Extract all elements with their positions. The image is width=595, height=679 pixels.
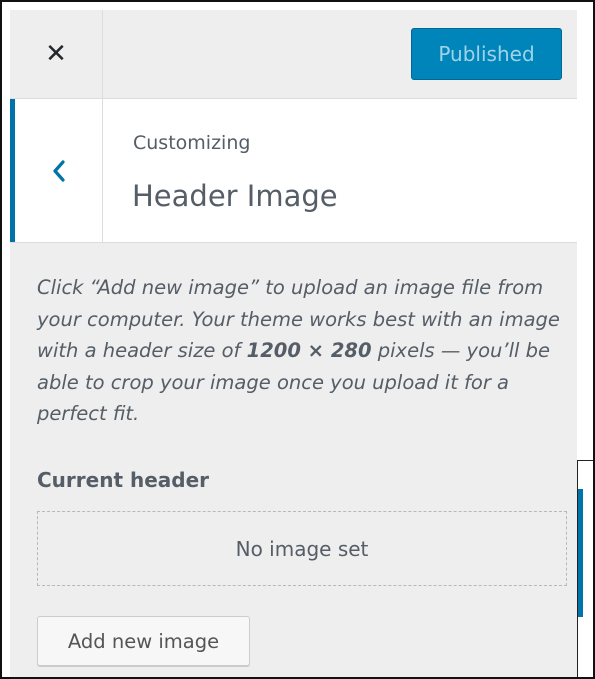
back-button[interactable] — [10, 99, 103, 242]
current-header-label: Current header — [37, 468, 210, 492]
section-eyebrow: Customizing — [133, 132, 251, 154]
adjacent-panel-accent — [578, 489, 583, 617]
chevron-left-icon — [52, 159, 65, 182]
customizer-topbar: ✕ Published — [10, 10, 577, 99]
placeholder-text: No image set — [235, 536, 369, 561]
close-button[interactable]: ✕ — [10, 10, 103, 98]
close-icon: ✕ — [45, 39, 67, 69]
adjacent-panel-edge — [577, 460, 593, 677]
publish-button[interactable]: Published — [411, 28, 562, 80]
section-header: Customizing Header Image — [10, 99, 577, 243]
customizer-window: ✕ Published Customizing Header Image Cli… — [0, 0, 595, 679]
customizer-panel: ✕ Published Customizing Header Image Cli… — [10, 10, 577, 677]
description-size: 1200 × 280 — [246, 339, 372, 362]
add-new-image-button[interactable]: Add new image — [37, 616, 250, 666]
current-header-placeholder: No image set — [37, 511, 567, 586]
section-title: Header Image — [132, 179, 338, 213]
header-image-description: Click “Add new image” to upload an image… — [37, 272, 567, 430]
